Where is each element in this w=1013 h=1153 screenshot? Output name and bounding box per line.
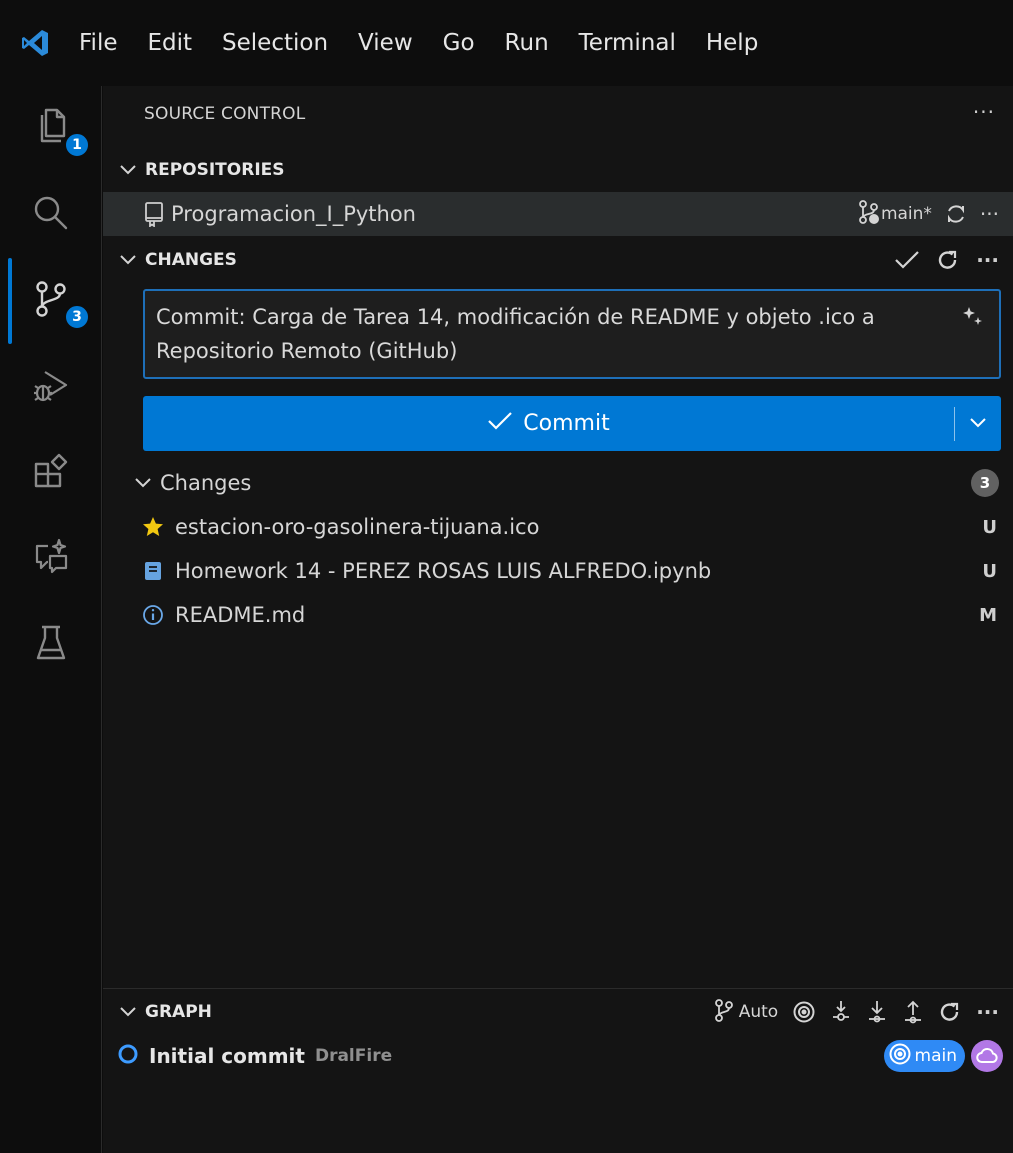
commit-main-button[interactable]: Commit	[143, 396, 954, 451]
file-row[interactable]: README.md M	[103, 593, 1013, 637]
sparkle-icon[interactable]	[961, 305, 985, 339]
repo-more-button[interactable]: ···	[980, 202, 999, 226]
chevron-down-icon	[130, 470, 156, 496]
changes-actions: ···	[894, 238, 999, 282]
target-icon[interactable]	[792, 1000, 816, 1024]
title-bar: File Edit Selection View Go Run Terminal…	[0, 0, 1013, 86]
menu-run[interactable]: Run	[490, 21, 564, 65]
activity-run-debug[interactable]	[0, 344, 102, 430]
chevron-down-icon	[115, 999, 141, 1025]
graph-divider	[103, 988, 1013, 989]
fetch-icon[interactable]	[830, 999, 852, 1025]
search-icon	[32, 194, 70, 236]
flask-icon	[34, 624, 68, 666]
file-row[interactable]: estacion-oro-gasolinera-tijuana.ico U	[103, 505, 1013, 549]
file-status: M	[979, 604, 997, 626]
activity-chat[interactable]	[0, 516, 102, 602]
star-icon	[141, 515, 165, 539]
activity-search[interactable]	[0, 172, 102, 258]
graph-branch-auto-button[interactable]: Auto	[713, 998, 778, 1027]
activity-extensions[interactable]	[0, 430, 102, 516]
changes-header[interactable]: CHANGES ···	[103, 238, 1013, 282]
menu-edit[interactable]: Edit	[133, 21, 208, 65]
file-status: U	[982, 560, 997, 582]
file-name: Homework 14 - PEREZ ROSAS LUIS ALFREDO.i…	[175, 559, 712, 583]
panel-title: SOURCE CONTROL	[144, 104, 306, 124]
repo-name: Programacion_I_Python	[171, 202, 416, 226]
commit-label: Commit	[523, 411, 610, 436]
activity-source-control[interactable]: 3	[0, 258, 102, 344]
auto-label: Auto	[738, 1002, 779, 1022]
chevron-down-icon	[115, 247, 141, 273]
source-control-panel: SOURCE CONTROL ··· REPOSITORIES Programa…	[103, 86, 1013, 1153]
file-name: README.md	[175, 603, 306, 627]
commit-button: Commit	[143, 396, 1001, 451]
check-icon[interactable]	[894, 249, 920, 271]
changes-count-badge: 3	[971, 469, 999, 497]
run-debug-icon	[32, 366, 70, 408]
sync-icon[interactable]	[944, 202, 968, 226]
commit-message-input[interactable]: Commit: Carga de Tarea 14, modificación …	[143, 289, 1001, 379]
commit-dropdown-button[interactable]	[955, 396, 1001, 451]
chevron-down-icon	[969, 414, 987, 433]
changes-group-label: Changes	[160, 471, 252, 495]
explorer-badge: 1	[64, 132, 90, 158]
notebook-icon	[141, 559, 165, 583]
menu-view[interactable]: View	[343, 21, 428, 65]
branch-indicator[interactable]: main*	[857, 199, 932, 230]
branch-tag[interactable]: main	[883, 1040, 965, 1072]
branch-icon	[857, 199, 881, 230]
repository-row[interactable]: Programacion_I_Python main* ···	[103, 192, 1013, 236]
repo-actions: main* ···	[857, 192, 999, 236]
file-status: U	[982, 516, 997, 538]
check-icon	[487, 410, 513, 438]
file-name: estacion-oro-gasolinera-tijuana.ico	[175, 515, 540, 539]
graph-commit-message: Initial commit	[149, 1044, 305, 1068]
branch-icon	[713, 998, 735, 1027]
file-row[interactable]: Homework 14 - PEREZ ROSAS LUIS ALFREDO.i…	[103, 549, 1013, 593]
menu-help[interactable]: Help	[691, 21, 773, 65]
activity-testing[interactable]	[0, 602, 102, 688]
repositories-header[interactable]: REPOSITORIES	[103, 148, 1013, 192]
target-icon	[888, 1042, 912, 1071]
panel-more-button[interactable]: ···	[973, 100, 995, 124]
changes-more-button[interactable]: ···	[976, 248, 999, 272]
changes-group[interactable]: Changes 3	[103, 461, 1013, 505]
vscode-logo-icon	[0, 0, 70, 86]
repositories-title: REPOSITORIES	[145, 160, 285, 180]
pull-icon[interactable]	[866, 999, 888, 1025]
graph-actions: Auto ···	[713, 990, 999, 1034]
refresh-icon[interactable]	[938, 1000, 962, 1024]
changes-title: CHANGES	[145, 250, 237, 270]
extensions-icon	[32, 452, 70, 494]
chevron-down-icon	[115, 157, 141, 183]
repo-icon	[103, 201, 165, 227]
cloud-icon[interactable]	[971, 1040, 1003, 1072]
commit-node-icon	[117, 1043, 139, 1069]
menu-go[interactable]: Go	[428, 21, 490, 65]
source-control-badge: 3	[64, 304, 90, 330]
refresh-icon[interactable]	[936, 248, 960, 272]
graph-commit-row[interactable]: Initial commit DralFire main	[103, 1034, 1013, 1078]
graph-title: GRAPH	[145, 1002, 212, 1022]
graph-header[interactable]: GRAPH Auto ···	[103, 990, 1013, 1034]
graph-more-button[interactable]: ···	[976, 1000, 999, 1024]
menu-file[interactable]: File	[79, 21, 133, 65]
activity-bar: 1 3	[0, 86, 102, 1153]
menu-selection[interactable]: Selection	[207, 21, 343, 65]
graph-commit-author: DralFire	[314, 1046, 393, 1066]
menu-terminal[interactable]: Terminal	[564, 21, 691, 65]
info-icon	[141, 603, 165, 627]
graph-tags: main	[883, 1040, 1003, 1072]
menu-bar: File Edit Selection View Go Run Terminal…	[79, 0, 773, 86]
commit-message-text: Commit: Carga de Tarea 14, modificación …	[156, 305, 875, 363]
branch-tag-label: main	[914, 1046, 957, 1066]
chat-sparkle-icon	[32, 538, 70, 580]
branch-name: main*	[880, 204, 932, 224]
activity-explorer[interactable]: 1	[0, 86, 102, 172]
push-icon[interactable]	[902, 999, 924, 1025]
